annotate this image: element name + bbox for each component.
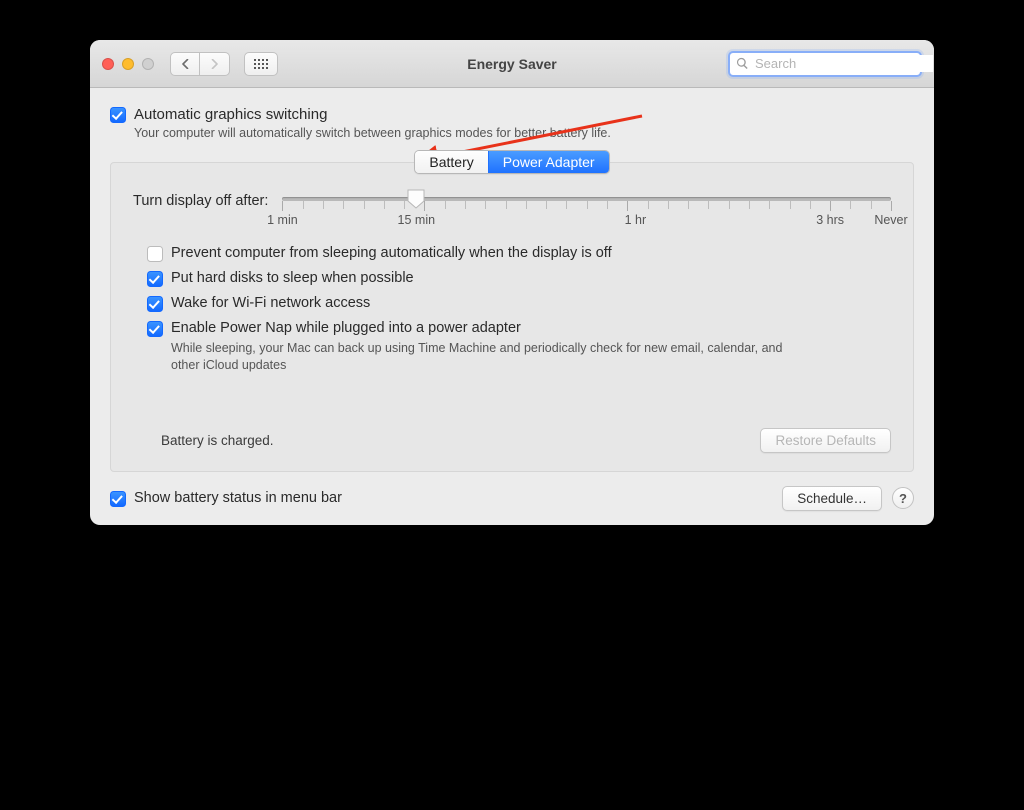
- close-icon[interactable]: [102, 58, 114, 70]
- tick-label: 3 hrs: [816, 213, 844, 227]
- forward-button: [200, 52, 230, 76]
- tabs: Battery Power Adapter: [414, 150, 609, 174]
- battery-status: Battery is charged.: [161, 433, 274, 448]
- nav-buttons: [170, 52, 230, 76]
- hard-disks-label: Put hard disks to sleep when possible: [171, 270, 414, 286]
- search-input[interactable]: [753, 55, 933, 72]
- show-battery-status-checkbox[interactable]: [110, 491, 126, 507]
- display-off-row: Turn display off after: 1 min 15 min 1 h…: [133, 193, 891, 231]
- panel-footer: Battery is charged. Restore Defaults: [133, 428, 891, 453]
- power-nap-description: While sleeping, your Mac can back up usi…: [171, 340, 811, 374]
- tab-power-adapter[interactable]: Power Adapter: [488, 151, 609, 173]
- wake-wifi-checkbox[interactable]: [147, 296, 163, 312]
- zoom-icon: [142, 58, 154, 70]
- options-list: Prevent computer from sleeping automatic…: [147, 245, 891, 374]
- help-icon: ?: [899, 491, 907, 506]
- show-all-button[interactable]: [244, 52, 278, 76]
- back-button[interactable]: [170, 52, 200, 76]
- power-nap-label: Enable Power Nap while plugged into a po…: [171, 320, 521, 336]
- preferences-window: Energy Saver Automatic graphics switchin…: [90, 40, 934, 525]
- power-nap-checkbox[interactable]: [147, 321, 163, 337]
- content: Automatic graphics switching Your comput…: [90, 88, 934, 525]
- prevent-sleep-checkbox[interactable]: [147, 246, 163, 262]
- minimize-icon[interactable]: [122, 58, 134, 70]
- footer-row: Show battery status in menu bar Schedule…: [110, 486, 914, 511]
- auto-graphics-checkbox[interactable]: [110, 107, 126, 123]
- restore-defaults-button: Restore Defaults: [760, 428, 891, 453]
- wake-wifi-label: Wake for Wi-Fi network access: [171, 295, 370, 311]
- show-battery-status-label: Show battery status in menu bar: [134, 490, 342, 506]
- auto-graphics-row: Automatic graphics switching Your comput…: [110, 106, 914, 140]
- titlebar: Energy Saver: [90, 40, 934, 88]
- auto-graphics-label: Automatic graphics switching: [134, 106, 611, 123]
- power-panel: Battery Power Adapter Turn display off a…: [110, 162, 914, 472]
- hard-disks-checkbox[interactable]: [147, 271, 163, 287]
- tick-label: 1 min: [267, 213, 298, 227]
- prevent-sleep-label: Prevent computer from sleeping automatic…: [171, 245, 612, 261]
- schedule-button[interactable]: Schedule…: [782, 486, 882, 511]
- tick-label: 1 hr: [625, 213, 647, 227]
- display-off-label: Turn display off after:: [133, 193, 268, 209]
- search-icon: [736, 57, 749, 70]
- chevron-left-icon: [181, 59, 190, 69]
- help-button[interactable]: ?: [892, 487, 914, 509]
- tick-label: Never: [874, 213, 907, 227]
- opt-wake-wifi: Wake for Wi-Fi network access: [147, 295, 891, 312]
- auto-graphics-description: Your computer will automatically switch …: [134, 126, 611, 140]
- tick-label: 15 min: [398, 213, 436, 227]
- opt-hard-disks: Put hard disks to sleep when possible: [147, 270, 891, 287]
- chevron-right-icon: [210, 59, 219, 69]
- grid-icon: [254, 59, 268, 69]
- opt-power-nap: Enable Power Nap while plugged into a po…: [147, 320, 891, 374]
- display-off-slider[interactable]: 1 min 15 min 1 hr 3 hrs Never: [282, 193, 891, 231]
- tab-battery[interactable]: Battery: [415, 151, 487, 173]
- search-field[interactable]: [728, 51, 922, 77]
- traffic-lights: [102, 58, 154, 70]
- opt-prevent-sleep: Prevent computer from sleeping automatic…: [147, 245, 891, 262]
